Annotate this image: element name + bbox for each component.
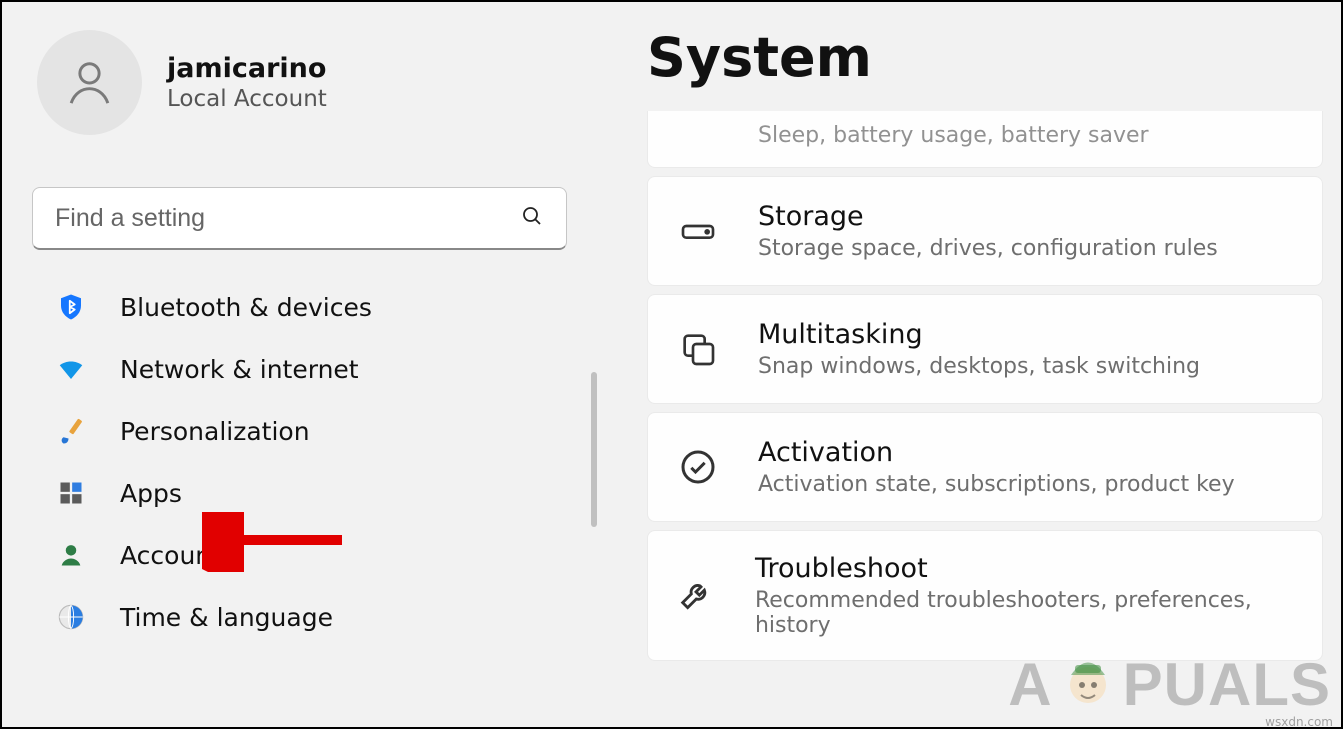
sidebar-item-accounts[interactable]: Accounts bbox=[32, 524, 567, 586]
search-input[interactable] bbox=[55, 204, 510, 233]
multi-icon bbox=[676, 327, 720, 371]
search-icon bbox=[520, 204, 544, 232]
main-panel: System Sleep, battery usage, battery sav… bbox=[597, 2, 1341, 727]
sidebar-item-label: Time & language bbox=[120, 603, 333, 632]
sidebar-item-time-language[interactable]: Time & language bbox=[32, 586, 567, 648]
sidebar-item-bluetooth-devices[interactable]: Bluetooth & devices bbox=[32, 276, 567, 338]
card-title: Troubleshoot bbox=[755, 553, 1294, 584]
storage-icon bbox=[676, 209, 720, 253]
card-subtitle: Storage space, drives, configuration rul… bbox=[758, 236, 1218, 261]
sidebar-item-apps[interactable]: Apps bbox=[32, 462, 567, 524]
card-title: Multitasking bbox=[758, 319, 1200, 350]
page-title: System bbox=[647, 26, 1331, 89]
card-subtitle: Sleep, battery usage, battery saver bbox=[758, 123, 1149, 148]
sidebar-item-network-internet[interactable]: Network & internet bbox=[32, 338, 567, 400]
card-subtitle: Snap windows, desktops, task switching bbox=[758, 354, 1200, 379]
search-box[interactable] bbox=[32, 187, 567, 250]
card-multitasking[interactable]: Multitasking Snap windows, desktops, tas… bbox=[647, 294, 1323, 404]
sidebar-item-label: Apps bbox=[120, 479, 182, 508]
settings-sidebar: jamicarino Local Account bbox=[2, 2, 597, 727]
apps-icon bbox=[54, 476, 88, 510]
wrench-icon bbox=[676, 574, 717, 618]
settings-nav: Bluetooth & devices Network & internet bbox=[32, 276, 567, 648]
avatar bbox=[37, 30, 142, 135]
check-icon bbox=[676, 445, 720, 489]
card-power-battery[interactable]: Sleep, battery usage, battery saver bbox=[647, 111, 1323, 168]
accounts-icon bbox=[54, 538, 88, 572]
card-title: Activation bbox=[758, 437, 1235, 468]
card-activation[interactable]: Activation Activation state, subscriptio… bbox=[647, 412, 1323, 522]
sidebar-item-label: Personalization bbox=[120, 417, 310, 446]
card-troubleshoot[interactable]: Troubleshoot Recommended troubleshooters… bbox=[647, 530, 1323, 661]
account-block[interactable]: jamicarino Local Account bbox=[32, 22, 567, 165]
brush-icon bbox=[54, 414, 88, 448]
time-language-icon bbox=[54, 600, 88, 634]
sidebar-item-label: Network & internet bbox=[120, 355, 359, 384]
card-subtitle: Recommended troubleshooters, preferences… bbox=[755, 588, 1294, 638]
sidebar-item-personalization[interactable]: Personalization bbox=[32, 400, 567, 462]
source-tag: wsxdn.com bbox=[1265, 715, 1333, 729]
user-icon bbox=[62, 55, 117, 110]
card-subtitle: Activation state, subscriptions, product… bbox=[758, 472, 1235, 497]
account-type: Local Account bbox=[167, 86, 327, 112]
account-name: jamicarino bbox=[167, 53, 327, 84]
sidebar-item-label: Accounts bbox=[120, 541, 234, 570]
card-title: Storage bbox=[758, 201, 1218, 232]
sidebar-item-label: Bluetooth & devices bbox=[120, 293, 372, 322]
card-storage[interactable]: Storage Storage space, drives, configura… bbox=[647, 176, 1323, 286]
bluetooth-shield-icon bbox=[54, 290, 88, 324]
wifi-icon bbox=[54, 352, 88, 386]
